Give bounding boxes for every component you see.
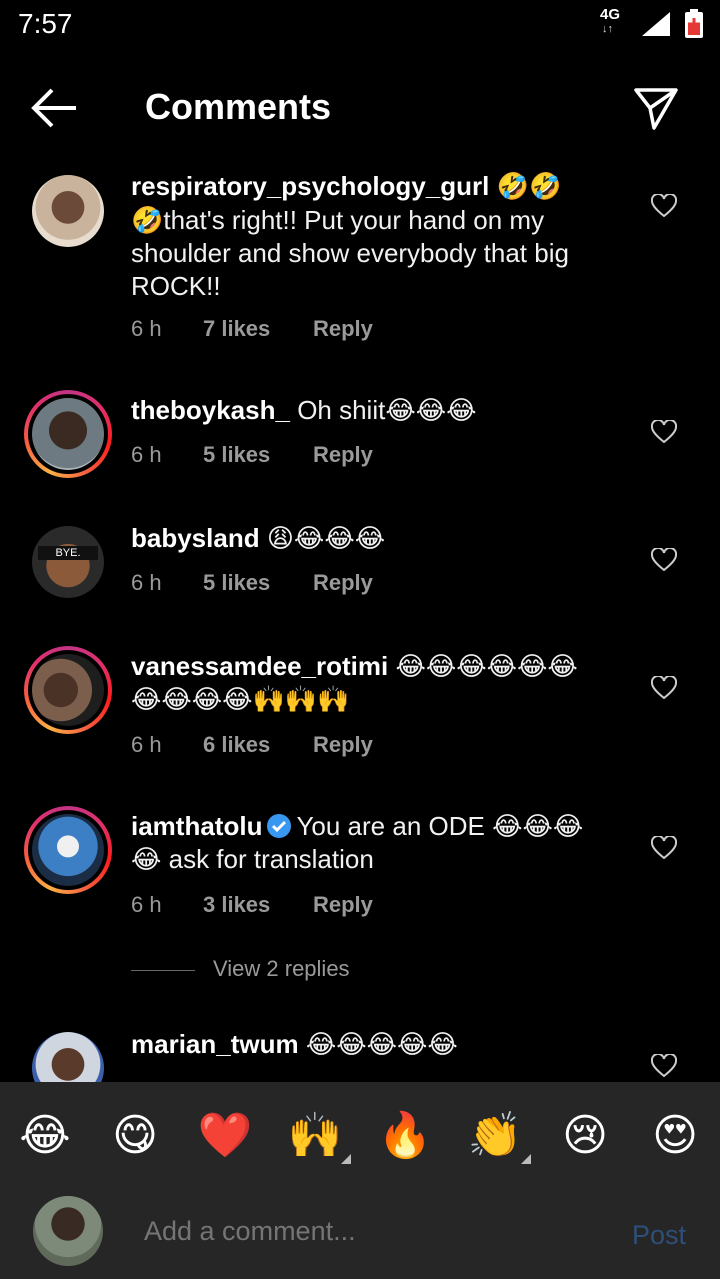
comment-body: 😂😂😂😂😂😂 (395, 651, 578, 681)
header: Comments (0, 68, 720, 148)
comment-username[interactable]: babysland (131, 523, 260, 553)
story-ring[interactable] (24, 390, 112, 478)
avatar[interactable]: BYE. (32, 526, 104, 598)
comment-meta: 6 h 5 likes Reply (131, 570, 373, 596)
comment-item: iamthatolu You are an ODE 😂😂😂 😂 ask for t… (0, 806, 720, 930)
comment-username[interactable]: vanessamdee_rotimi (131, 651, 388, 681)
avatar-caption: BYE. (38, 546, 98, 560)
likes-count[interactable]: 6 likes (203, 732, 313, 758)
reply-button[interactable]: Reply (313, 442, 373, 468)
comment-text: iamthatolu You are an ODE 😂😂😂 😂 ask for t… (131, 810, 621, 876)
comment-body: 😩😂😂😂 (266, 523, 386, 553)
view-replies-label: View 2 replies (213, 956, 350, 981)
comment-time: 6 h (131, 442, 162, 467)
comment-body: You are an ODE 😂😂😂 (296, 811, 584, 841)
comment-username[interactable]: respiratory_psychology_gurl (131, 171, 489, 201)
heart-icon[interactable] (651, 676, 677, 700)
comment-time: 6 h (131, 732, 162, 757)
emoji-button[interactable]: 😋 (105, 1106, 165, 1166)
comment-item: respiratory_psychology_gurl 🤣🤣 🤣that's r… (0, 170, 720, 350)
emoji-button[interactable]: 🙌 (285, 1106, 345, 1166)
comment-body-line: ROCK!! (131, 271, 221, 301)
comment-body: Oh shiit😂😂😂 (297, 395, 477, 425)
paper-plane-icon (634, 88, 678, 130)
comment-input[interactable] (144, 1216, 614, 1247)
heart-icon[interactable] (651, 194, 677, 218)
comment-item: theboykash_ Oh shiit😂😂😂 6 h 5 likes Reply (0, 390, 720, 494)
comment-username[interactable]: iamthatolu (131, 811, 262, 841)
page-title: Comments (145, 86, 332, 127)
network-activity-icon: ↓↑ (602, 23, 613, 35)
comment-time: 6 h (131, 316, 162, 341)
comment-body: 😂😂😂😂😂 (305, 1029, 458, 1059)
reply-button[interactable]: Reply (313, 570, 373, 596)
comment-meta: 6 h 5 likes Reply (131, 442, 373, 468)
avatar (32, 654, 104, 726)
network-label: 4G (600, 6, 621, 23)
comment-meta: 6 h 6 likes Reply (131, 732, 373, 758)
comment-username[interactable]: theboykash_ (131, 395, 290, 425)
avatar (32, 814, 104, 886)
heart-icon[interactable] (651, 1054, 677, 1078)
back-arrow-icon (31, 88, 76, 128)
view-replies-button[interactable]: View 2 replies (131, 956, 350, 982)
comment-text: babysland 😩😂😂😂 (131, 522, 621, 555)
comment-item: BYE. babysland 😩😂😂😂 6 h 5 likes Reply (0, 522, 720, 622)
comment-meta: 6 h 3 likes Reply (131, 892, 373, 918)
comment-time: 6 h (131, 892, 162, 917)
comment-item: marian_twum 😂😂😂😂😂 (0, 1028, 720, 1082)
battery-icon (685, 9, 703, 38)
avatar[interactable] (32, 1032, 104, 1082)
comment-body-line: 😂😂😂😂🙌🙌🙌 (131, 684, 350, 714)
heart-icon[interactable] (651, 548, 677, 572)
current-user-avatar (33, 1196, 103, 1266)
comment-username[interactable]: marian_twum (131, 1029, 299, 1059)
emoji-quick-bar: 😂 😋 ❤️ 🙌 🔥 👏 😢 😍 (0, 1082, 720, 1186)
comment-input-bar: Post (0, 1186, 720, 1279)
reply-button[interactable]: Reply (313, 316, 373, 342)
likes-count[interactable]: 7 likes (203, 316, 313, 342)
comment-body-line: shoulder and show everybody that big (131, 238, 569, 268)
comment-emoji: 🤣🤣 (496, 172, 562, 202)
emoji-button[interactable]: 😢 (555, 1106, 615, 1166)
share-button[interactable] (632, 84, 680, 132)
reply-button[interactable]: Reply (313, 732, 373, 758)
signal-icon (642, 12, 670, 36)
comment-composer: 😂 😋 ❤️ 🙌 🔥 👏 😢 😍 Post (0, 1082, 720, 1279)
heart-icon[interactable] (651, 420, 677, 444)
likes-count[interactable]: 5 likes (203, 442, 313, 468)
comment-meta: 6 h 7 likes Reply (131, 316, 373, 342)
story-ring[interactable] (24, 806, 112, 894)
divider (131, 969, 195, 971)
comment-item: vanessamdee_rotimi 😂😂😂😂😂😂 😂😂😂😂🙌🙌🙌 6 h 6 l… (0, 646, 720, 770)
avatar (32, 398, 104, 470)
emoji-button[interactable]: 👏 (465, 1106, 525, 1166)
emoji-button[interactable]: ❤️ (195, 1106, 255, 1166)
comment-text: vanessamdee_rotimi 😂😂😂😂😂😂 😂😂😂😂🙌🙌🙌 (131, 650, 621, 716)
comment-text: marian_twum 😂😂😂😂😂 (131, 1028, 621, 1061)
emoji-button[interactable]: 😍 (645, 1106, 705, 1166)
post-button[interactable]: Post (632, 1220, 686, 1251)
skin-tone-indicator-icon (341, 1154, 351, 1164)
likes-count[interactable]: 5 likes (203, 570, 313, 596)
avatar[interactable] (32, 175, 104, 247)
comment-body-line: 🤣that's right!! Put your hand on my (131, 205, 545, 235)
heart-icon[interactable] (651, 836, 677, 860)
emoji-button[interactable]: 😂 (15, 1106, 75, 1166)
story-ring[interactable] (24, 646, 112, 734)
status-time: 7:57 (18, 8, 73, 39)
comment-text: theboykash_ Oh shiit😂😂😂 (131, 394, 621, 427)
skin-tone-indicator-icon (521, 1154, 531, 1164)
emoji-button[interactable]: 🔥 (375, 1106, 435, 1166)
back-button[interactable] (30, 86, 80, 130)
reply-button[interactable]: Reply (313, 892, 373, 918)
status-bar: 7:57 4G ↓↑ (0, 0, 720, 50)
comment-body-line: 😂 ask for translation (131, 844, 374, 874)
verified-badge-icon (267, 814, 292, 838)
comment-text: respiratory_psychology_gurl 🤣🤣 🤣that's r… (131, 170, 621, 303)
likes-count[interactable]: 3 likes (203, 892, 313, 918)
comment-time: 6 h (131, 570, 162, 595)
